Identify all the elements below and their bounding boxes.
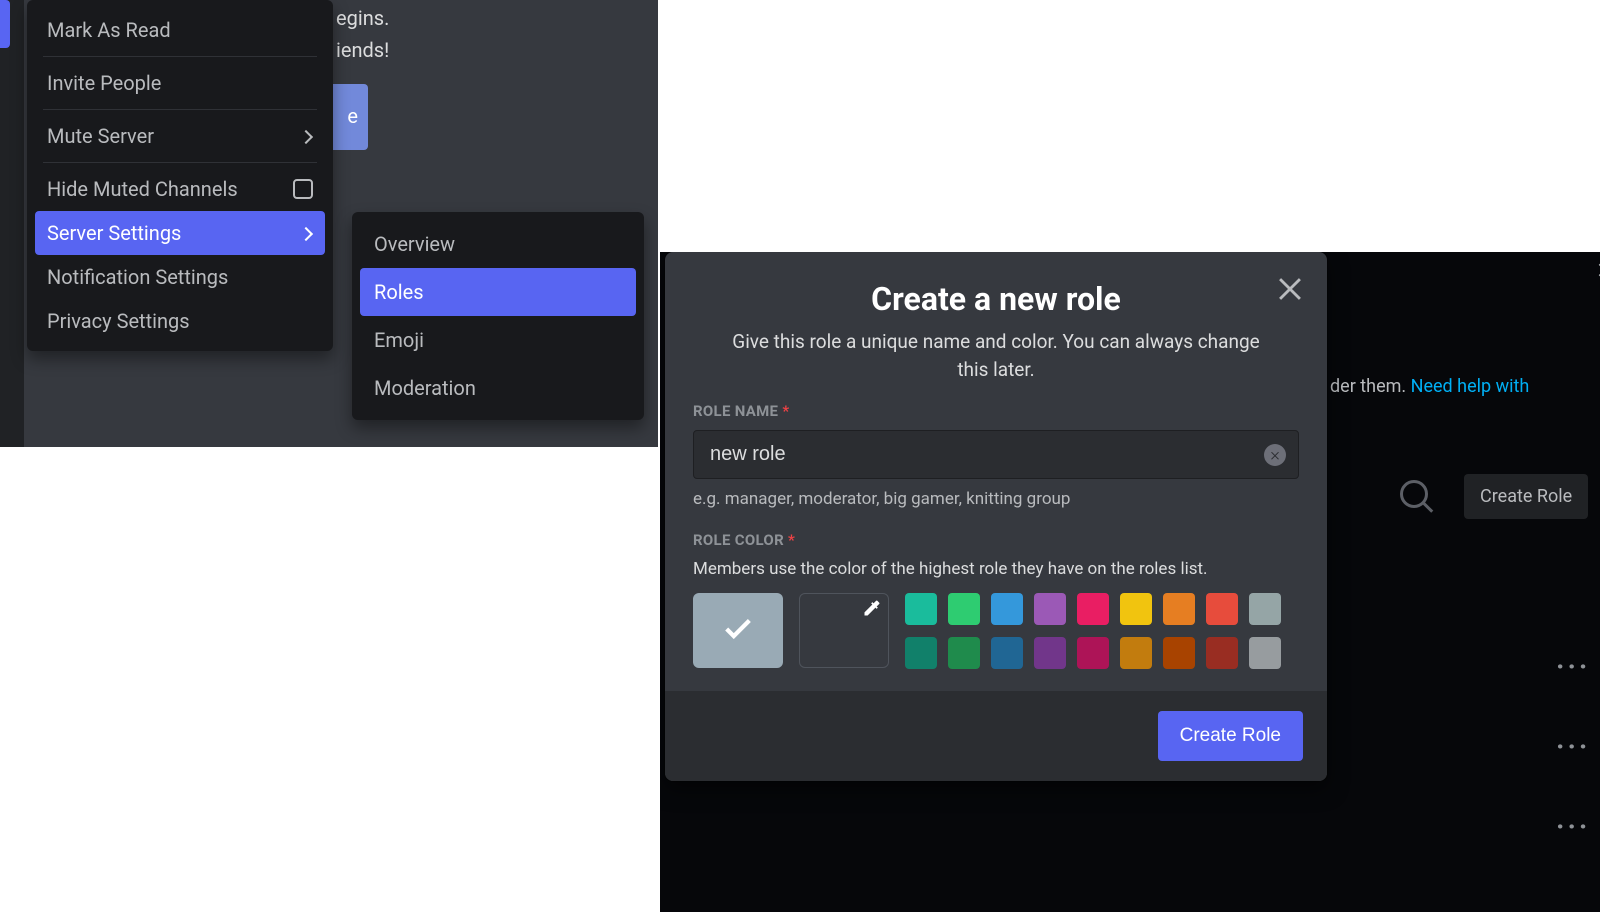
color-swatch[interactable]: [991, 637, 1023, 669]
server-pill-indicator: [0, 0, 10, 48]
menu-hide-muted-channels[interactable]: Hide Muted Channels: [35, 167, 325, 211]
more-icon[interactable]: ···: [1556, 810, 1590, 843]
color-swatch[interactable]: [948, 593, 980, 625]
server-rail: [0, 0, 24, 447]
bg-text-line1: egins.: [336, 2, 389, 34]
checkbox-icon: [293, 179, 313, 199]
submenu-moderation-label: Moderation: [374, 376, 476, 400]
left-composite-panel: egins. iends! e Mark As Read Invite Peop…: [0, 0, 658, 447]
modal-header: Create a new role Give this role a uniqu…: [665, 252, 1327, 402]
chevron-right-icon: [301, 130, 313, 142]
role-name-hint: e.g. manager, moderator, big gamer, knit…: [693, 489, 1299, 509]
menu-privacy-settings[interactable]: Privacy Settings: [35, 299, 325, 343]
submenu-roles-label: Roles: [374, 280, 424, 304]
color-swatch-custom[interactable]: [799, 593, 889, 668]
required-marker: *: [788, 531, 795, 549]
menu-separator: [43, 162, 317, 163]
menu-mark-as-read[interactable]: Mark As Read: [35, 8, 325, 52]
search-icon[interactable]: [1400, 480, 1428, 508]
menu-invite-people[interactable]: Invite People: [35, 61, 325, 105]
color-swatch[interactable]: [1034, 593, 1066, 625]
color-swatch[interactable]: [991, 593, 1023, 625]
more-icon[interactable]: ···: [1556, 730, 1590, 763]
menu-mark-as-read-label: Mark As Read: [47, 18, 171, 42]
color-row-1: [905, 593, 1281, 625]
color-swatch-default[interactable]: [693, 593, 783, 668]
color-swatch[interactable]: [1077, 593, 1109, 625]
role-name-input[interactable]: [710, 443, 1254, 466]
menu-server-settings[interactable]: Server Settings: [35, 211, 325, 255]
color-swatch[interactable]: [1077, 637, 1109, 669]
color-row-2: [905, 637, 1281, 669]
menu-server-settings-label: Server Settings: [47, 221, 181, 245]
menu-invite-people-label: Invite People: [47, 71, 161, 95]
color-swatch[interactable]: [1120, 637, 1152, 669]
color-swatch[interactable]: [1120, 593, 1152, 625]
create-role-bg-button[interactable]: Create Role: [1464, 474, 1588, 519]
chevron-right-icon: [301, 227, 313, 239]
required-marker: *: [782, 402, 789, 420]
create-role-button[interactable]: Create Role: [1158, 711, 1303, 761]
help-link[interactable]: Need help with: [1411, 376, 1530, 397]
color-swatch[interactable]: [1034, 637, 1066, 669]
bg-hint-text: der them. Need help with: [1330, 376, 1529, 397]
modal-footer: Create Role: [665, 691, 1327, 781]
menu-privacy-settings-label: Privacy Settings: [47, 309, 190, 333]
submenu-roles[interactable]: Roles: [360, 268, 636, 316]
chevron-right-icon[interactable]: [1592, 260, 1600, 284]
color-swatch[interactable]: [905, 593, 937, 625]
create-role-modal: Create a new role Give this role a uniqu…: [665, 252, 1327, 781]
submenu-overview-label: Overview: [374, 232, 455, 256]
menu-mute-server[interactable]: Mute Server: [35, 114, 325, 158]
menu-separator: [43, 56, 317, 57]
color-swatch[interactable]: [1249, 637, 1281, 669]
color-swatch[interactable]: [1163, 593, 1195, 625]
color-swatch-grid: [905, 593, 1281, 669]
bg-partial-button: e: [328, 84, 368, 150]
modal-title: Create a new role: [695, 280, 1297, 318]
color-swatch[interactable]: [1206, 593, 1238, 625]
eyedropper-icon: [862, 598, 882, 622]
color-swatch[interactable]: [948, 637, 980, 669]
submenu-emoji-label: Emoji: [374, 328, 424, 352]
right-composite-panel: der them. Need help with Create Role ···…: [660, 252, 1600, 912]
modal-subtitle: Give this role a unique name and color. …: [695, 328, 1297, 384]
modal-body: Role Name * e.g. manager, moderator, big…: [665, 402, 1327, 691]
role-name-input-wrapper: [693, 430, 1299, 479]
color-swatch[interactable]: [905, 637, 937, 669]
submenu-moderation[interactable]: Moderation: [360, 364, 636, 412]
role-color-hint: Members use the color of the highest rol…: [693, 559, 1299, 579]
menu-hide-muted-label: Hide Muted Channels: [47, 177, 238, 201]
color-swatch[interactable]: [1163, 637, 1195, 669]
clear-input-button[interactable]: [1264, 444, 1286, 466]
server-context-menu: Mark As Read Invite People Mute Server H…: [27, 0, 333, 351]
server-settings-submenu: Overview Roles Emoji Moderation: [352, 212, 644, 420]
color-swatch[interactable]: [1249, 593, 1281, 625]
submenu-emoji[interactable]: Emoji: [360, 316, 636, 364]
color-swatch[interactable]: [1206, 637, 1238, 669]
close-button[interactable]: [1273, 270, 1307, 304]
role-name-label: Role Name *: [693, 402, 1299, 420]
bg-text-line2: iends!: [336, 34, 389, 66]
menu-mute-server-label: Mute Server: [47, 124, 154, 148]
menu-separator: [43, 109, 317, 110]
more-icon[interactable]: ···: [1556, 650, 1590, 683]
menu-notification-settings[interactable]: Notification Settings: [35, 255, 325, 299]
role-color-label: Role Color *: [693, 531, 1299, 549]
submenu-overview[interactable]: Overview: [360, 220, 636, 268]
menu-notification-settings-label: Notification Settings: [47, 265, 228, 289]
check-icon: [721, 612, 755, 650]
color-picker: [693, 593, 1299, 669]
